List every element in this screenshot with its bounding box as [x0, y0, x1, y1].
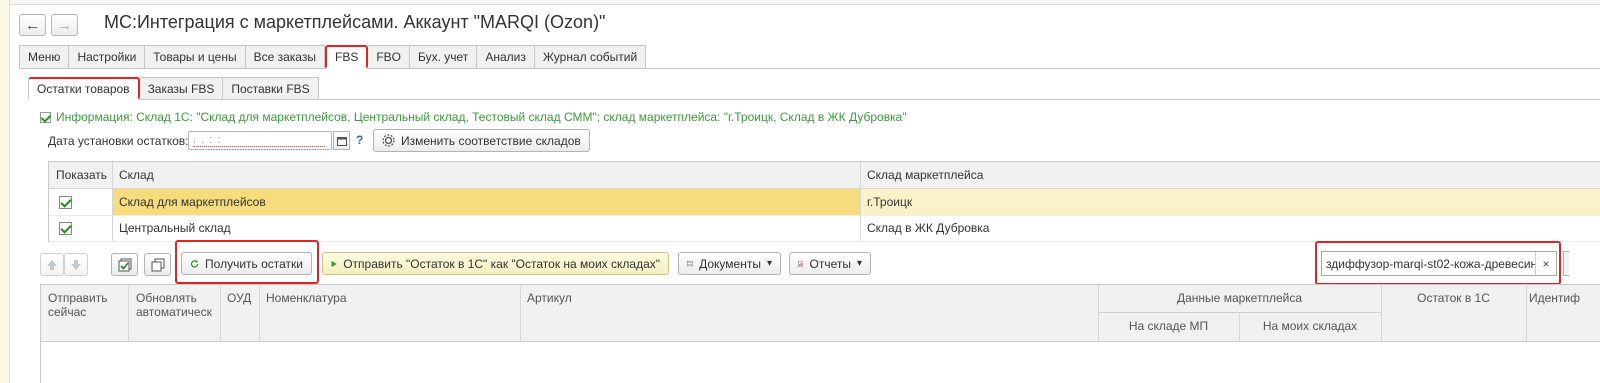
- header-stock-1c[interactable]: Остаток в 1С: [1381, 291, 1526, 305]
- date-value: . . : :: [193, 134, 222, 146]
- header-nomenclature[interactable]: Номенклатура: [266, 291, 347, 305]
- change-mapping-button[interactable]: Изменить соответствие складов: [373, 129, 590, 152]
- table-row[interactable]: Склад для маркетплейсов г.Троицк: [49, 189, 1600, 216]
- window-title: МС:Интеграция с маркетплейсами. Аккаунт …: [104, 12, 606, 32]
- documents-button[interactable]: Документы ▾: [678, 252, 781, 275]
- gear-icon: [382, 134, 395, 147]
- move-down-button[interactable]: [64, 253, 88, 276]
- col-divider: [1098, 285, 1099, 341]
- tab-all-orders[interactable]: Все заказы: [245, 45, 325, 69]
- send-stock-label: Отправить "Остаток в 1С" как "Остаток на…: [343, 256, 660, 271]
- chevron-down-icon: ▾: [766, 258, 772, 269]
- checkbox-checked-icon: [59, 195, 72, 209]
- header-group-divider: [1098, 312, 1381, 313]
- row-mp-warehouse: г.Троицк: [867, 195, 913, 209]
- row-warehouse: Склад для маркетплейсов: [119, 195, 266, 209]
- arrow-left-icon: ←: [25, 16, 40, 34]
- header-auto-update[interactable]: Обновлять автоматическ: [136, 291, 220, 319]
- row-show-checkbox[interactable]: [49, 189, 112, 215]
- header-warehouse[interactable]: Склад: [112, 162, 860, 188]
- copy-icon: [151, 258, 164, 271]
- sub-tabs: Остатки товаров Заказы FBS Поставки FBS: [28, 77, 319, 100]
- calendar-button[interactable]: [333, 131, 350, 150]
- header-identifier[interactable]: Идентиф: [1529, 291, 1580, 305]
- tab-fbs[interactable]: FBS: [324, 45, 369, 69]
- get-stock-button[interactable]: Получить остатки: [181, 252, 312, 275]
- header-send-now[interactable]: Отправить сейчас: [48, 291, 128, 319]
- select-all-button[interactable]: [111, 253, 138, 276]
- forward-button[interactable]: →: [51, 14, 78, 36]
- info-toggle-checkbox[interactable]: [40, 111, 51, 123]
- arrow-up-icon: [47, 259, 57, 270]
- info-text: Информация: Склад 1С: "Склад для маркетп…: [56, 110, 907, 124]
- move-up-button[interactable]: [40, 253, 64, 276]
- warehouse-table-header: Показать Склад Склад маркетплейса: [49, 162, 1600, 189]
- subtab-fbs-orders[interactable]: Заказы FBS: [139, 77, 224, 100]
- tab-fbo[interactable]: FBO: [368, 45, 410, 69]
- col-divider: [520, 285, 521, 341]
- get-stock-label: Получить остатки: [205, 256, 303, 271]
- info-line: Информация: Склад 1С: "Склад для маркетп…: [40, 110, 907, 124]
- tab-products-prices[interactable]: Товары и цены: [145, 45, 246, 69]
- subtab-stock[interactable]: Остатки товаров: [28, 77, 140, 100]
- warehouse-table: Показать Склад Склад маркетплейса Склад …: [48, 161, 1600, 242]
- change-mapping-label: Изменить соответствие складов: [401, 133, 581, 148]
- col-divider: [1381, 285, 1382, 341]
- table-row[interactable]: Центральный склад Склад в ЖК Дубровка: [49, 215, 1600, 242]
- tab-event-log[interactable]: Журнал событий: [534, 45, 647, 69]
- products-table-header: Отправить сейчас Обновлять автоматическ …: [41, 285, 1600, 342]
- header-mp-data[interactable]: Данные маркетплейса: [1098, 291, 1381, 305]
- copy-button[interactable]: [144, 253, 171, 276]
- header-article[interactable]: Артикул: [527, 291, 572, 305]
- tab-menu[interactable]: Меню: [19, 45, 70, 69]
- subtab-fbs-shipments[interactable]: Поставки FBS: [223, 77, 319, 100]
- checkbox-checked-icon: [59, 221, 72, 235]
- search-text: здиффузор-marqi-st02-кожа-древесина: [1326, 256, 1535, 271]
- check-all-icon: [118, 258, 131, 271]
- calendar-icon: [336, 136, 347, 146]
- clear-icon[interactable]: ×: [1535, 252, 1556, 275]
- header-on-mp-warehouse[interactable]: На складе МП: [1098, 319, 1239, 333]
- col-divider: [112, 162, 113, 241]
- col-divider: [128, 285, 129, 341]
- col-divider: [1526, 285, 1527, 341]
- col-divider: [860, 162, 861, 241]
- stock-date-input[interactable]: . . : :: [188, 131, 332, 150]
- reports-label: Отчеты: [809, 256, 851, 271]
- refresh-icon: [190, 259, 199, 267]
- header-on-my-warehouses[interactable]: На моих складах: [1239, 319, 1381, 333]
- send-stock-button[interactable]: Отправить "Остаток в 1С" как "Остаток на…: [322, 252, 669, 275]
- left-panel-strip: [0, 0, 10, 383]
- reports-button[interactable]: Отчеты ▾: [789, 252, 871, 275]
- help-icon[interactable]: ?: [356, 133, 363, 147]
- col-divider: [1239, 312, 1240, 341]
- header-mp-warehouse[interactable]: Склад маркетплейса: [860, 162, 1600, 188]
- document-icon: [687, 260, 694, 267]
- arrow-right-icon: →: [57, 16, 72, 34]
- documents-label: Документы: [699, 256, 761, 271]
- row-mp-warehouse: Склад в ЖК Дубровка: [867, 221, 990, 235]
- chevron-down-icon: ▾: [856, 258, 862, 269]
- row-warehouse: Центральный склад: [119, 221, 231, 235]
- main-tabs: Меню Настройки Товары и цены Все заказы …: [19, 45, 647, 69]
- tab-analysis[interactable]: Анализ: [477, 45, 535, 69]
- header-oud[interactable]: ОУД: [227, 291, 251, 305]
- back-button[interactable]: ←: [19, 14, 46, 36]
- search-extra-button[interactable]: [1563, 251, 1569, 276]
- col-divider: [259, 285, 260, 341]
- play-icon: [331, 260, 337, 267]
- window-top-strip: [0, 0, 1600, 5]
- date-label: Дата установки остатков:: [48, 134, 189, 148]
- col-divider: [220, 285, 221, 341]
- products-table: Отправить сейчас Обновлять автоматическ …: [40, 284, 1600, 383]
- row-show-checkbox[interactable]: [49, 215, 112, 241]
- tab-accounting[interactable]: Бух. учет: [410, 45, 478, 69]
- header-show[interactable]: Показать: [49, 162, 112, 188]
- tab-settings[interactable]: Настройки: [69, 45, 146, 69]
- search-input[interactable]: здиффузор-marqi-st02-кожа-древесина ×: [1321, 251, 1557, 276]
- report-icon: [798, 260, 804, 267]
- arrow-down-icon: [71, 259, 81, 270]
